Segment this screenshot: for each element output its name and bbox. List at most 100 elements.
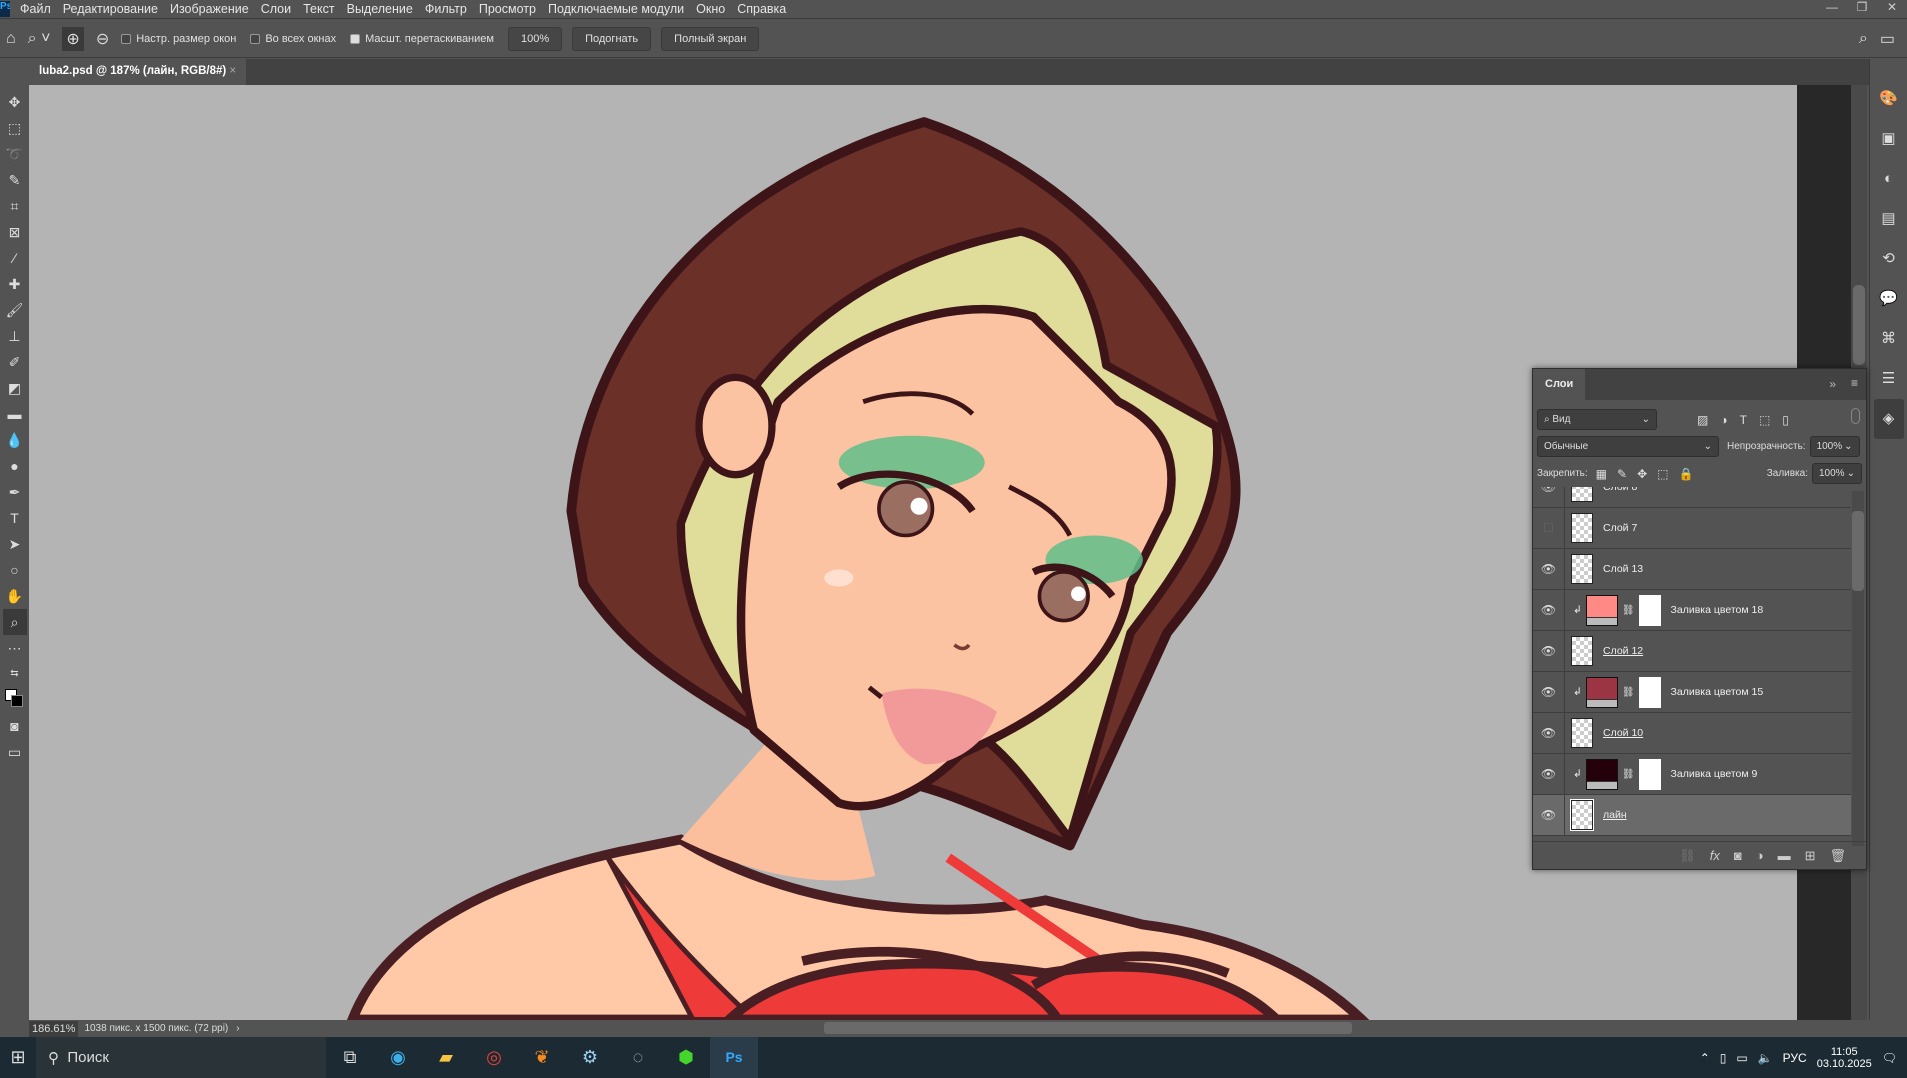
link-icon[interactable]: ⛓ (1622, 605, 1635, 616)
healing-tool-icon[interactable]: ✚ (9, 271, 21, 297)
file-explorer-icon[interactable]: ▰ (422, 1047, 470, 1068)
photoshop-taskbar-icon[interactable]: Ps (710, 1037, 758, 1078)
path-select-tool-icon[interactable]: ➤ (9, 531, 21, 557)
filter-type-icon[interactable]: T (1740, 413, 1747, 427)
filter-smart-icon[interactable]: ▯ (1782, 413, 1789, 427)
layer-name[interactable]: Слой 12 (1603, 645, 1643, 657)
layer-thumbnail[interactable] (1571, 554, 1593, 584)
collapse-icon[interactable]: » (1829, 377, 1836, 391)
fill-thumbnail[interactable] (1585, 594, 1618, 626)
vertical-scroll-thumb[interactable] (1853, 285, 1865, 365)
mask-thumbnail[interactable] (1638, 594, 1661, 626)
zoom-level-field[interactable]: 186.61% (29, 1020, 79, 1037)
move-tool-icon[interactable]: ✥ (9, 89, 21, 115)
layer-row[interactable]: 👁 ↲ ⛓ Заливка цветом 18 (1533, 590, 1851, 631)
fx-icon[interactable]: fx (1710, 848, 1720, 863)
zoom-out-icon[interactable]: ⊖ (96, 29, 109, 49)
layer-name[interactable]: Слой 13 (1603, 563, 1643, 575)
layer-name[interactable]: Слой 10 (1603, 727, 1643, 739)
lock-transparency-icon[interactable]: ▦ (1596, 467, 1607, 481)
tray-chevron-icon[interactable]: ⌃ (1700, 1051, 1710, 1065)
menu-plugins[interactable]: Подключаемые модули (548, 2, 684, 16)
eye-icon[interactable]: 👁 (1533, 795, 1565, 835)
gradient-tool-icon[interactable]: ▬ (8, 401, 22, 427)
layer-filter-select[interactable]: ⌕ Вид ⌄ (1537, 409, 1657, 430)
layers-scrollbar[interactable] (1852, 491, 1864, 846)
filter-adjustment-icon[interactable]: ◑ (1720, 413, 1727, 427)
properties-icon[interactable]: ▤ (1881, 199, 1895, 239)
opacity-field[interactable]: 100% ⌄ (1809, 436, 1860, 457)
adjustments-icon[interactable]: ◐ (1884, 159, 1893, 199)
layer-row[interactable]: ☐ Слой 7 (1533, 508, 1851, 549)
link-icon[interactable]: ⛓ (1622, 687, 1635, 698)
all-windows-checkbox[interactable]: Во всех окнах (250, 33, 336, 45)
blend-mode-select[interactable]: Обычные ⌄ (1537, 436, 1719, 457)
zoom-100-button[interactable]: 100% (507, 26, 563, 51)
eye-icon[interactable]: 👁 (1533, 549, 1565, 589)
disc-app-icon[interactable]: ◌ (614, 1047, 662, 1068)
eye-icon[interactable]: 👁 (1533, 713, 1565, 753)
layer-thumbnail[interactable] (1571, 487, 1593, 502)
document-size[interactable]: 1038 пикс. x 1500 пикс. (72 ppi) (84, 1023, 228, 1034)
layer-name[interactable]: Заливка цветом 15 (1671, 686, 1764, 698)
filter-pixel-icon[interactable]: ▨ (1697, 413, 1708, 427)
zoom-in-icon[interactable]: ⊕ (62, 26, 84, 51)
layer-row[interactable]: 👁 Слой 8 (1533, 487, 1851, 508)
lock-all-icon[interactable]: 🔒 (1678, 467, 1693, 481)
frame-tool-icon[interactable]: ⊠ (9, 219, 21, 245)
zoom-tool-icon[interactable]: ⌕ (2, 609, 27, 635)
lock-artboard-icon[interactable]: ⬚ (1657, 467, 1668, 481)
layer-name[interactable]: лайн (1603, 809, 1627, 821)
layer-thumbnail[interactable] (1571, 636, 1593, 666)
volume-icon[interactable]: 🔈 (1758, 1051, 1773, 1065)
link-layers-icon[interactable]: ⛓ (1679, 848, 1696, 864)
restore-icon[interactable]: ❐ (1847, 0, 1877, 19)
hand-tool-icon[interactable]: ✋ (6, 583, 23, 609)
menu-type[interactable]: Текст (303, 2, 334, 16)
pen-tool-icon[interactable]: ✒ (9, 479, 21, 505)
steam-icon[interactable]: ⚙ (566, 1047, 614, 1068)
mask-thumbnail[interactable] (1638, 758, 1661, 790)
link-icon[interactable]: ⛓ (1622, 769, 1635, 780)
layer-thumbnail[interactable] (1571, 718, 1593, 748)
language-indicator[interactable]: РУС (1783, 1051, 1807, 1065)
layer-row[interactable]: 👁 лайн (1533, 795, 1851, 836)
layer-row[interactable]: 👁 Слой 13 (1533, 549, 1851, 590)
history-icon[interactable]: ⟲ (1882, 239, 1895, 279)
mask-thumbnail[interactable] (1638, 676, 1661, 708)
layers-scroll-thumb[interactable] (1852, 511, 1864, 591)
layer-row[interactable]: 👁 ↲ ⛓ Заливка цветом 9 (1533, 754, 1851, 795)
eraser-tool-icon[interactable]: ◩ (8, 375, 21, 401)
eye-icon[interactable]: 👁 (1533, 754, 1565, 794)
filter-toggle[interactable] (1851, 408, 1860, 424)
delete-layer-icon[interactable]: 🗑 (1829, 848, 1846, 864)
type-tool-icon[interactable]: T (10, 505, 19, 531)
layer-name[interactable]: Слой 7 (1603, 522, 1637, 534)
quick-mask-icon[interactable]: ◙ (10, 713, 18, 739)
eye-icon[interactable]: 👁 (1533, 590, 1565, 630)
home-icon[interactable]: ⌂ (6, 30, 16, 48)
layer-thumbnail[interactable] (1570, 799, 1594, 831)
task-view-icon[interactable]: ⧉ (326, 1047, 374, 1068)
menu-layers[interactable]: Слои (261, 2, 291, 16)
lasso-tool-icon[interactable]: ➰ (6, 141, 23, 167)
notifications-icon[interactable]: 🗨 (1882, 1051, 1897, 1065)
eye-icon[interactable]: 👁 (1533, 487, 1565, 507)
layer-thumbnail[interactable] (1571, 513, 1593, 543)
status-arrow-icon[interactable]: › (236, 1023, 239, 1034)
menu-view[interactable]: Просмотр (479, 2, 536, 16)
layer-name[interactable]: Заливка цветом 18 (1671, 604, 1764, 616)
taskbar-search[interactable]: ⚲ Поиск (36, 1037, 326, 1078)
close-tab-icon[interactable]: × (229, 65, 236, 77)
history-brush-icon[interactable]: ✐ (9, 349, 21, 375)
paths-icon[interactable]: ⌘ (1881, 319, 1896, 359)
menu-help[interactable]: Справка (737, 2, 786, 16)
edge-icon[interactable]: ◉ (374, 1047, 422, 1068)
add-mask-icon[interactable]: ◙ (1734, 848, 1742, 863)
close-icon[interactable]: ✕ (1877, 0, 1907, 19)
lock-position-icon[interactable]: ✥ (1637, 467, 1647, 481)
new-adjustment-icon[interactable]: ◑ (1756, 848, 1764, 863)
menu-file[interactable]: Файл (20, 2, 51, 16)
more-tools-icon[interactable]: ⋯ (8, 635, 22, 661)
menu-filter[interactable]: Фильтр (425, 2, 467, 16)
